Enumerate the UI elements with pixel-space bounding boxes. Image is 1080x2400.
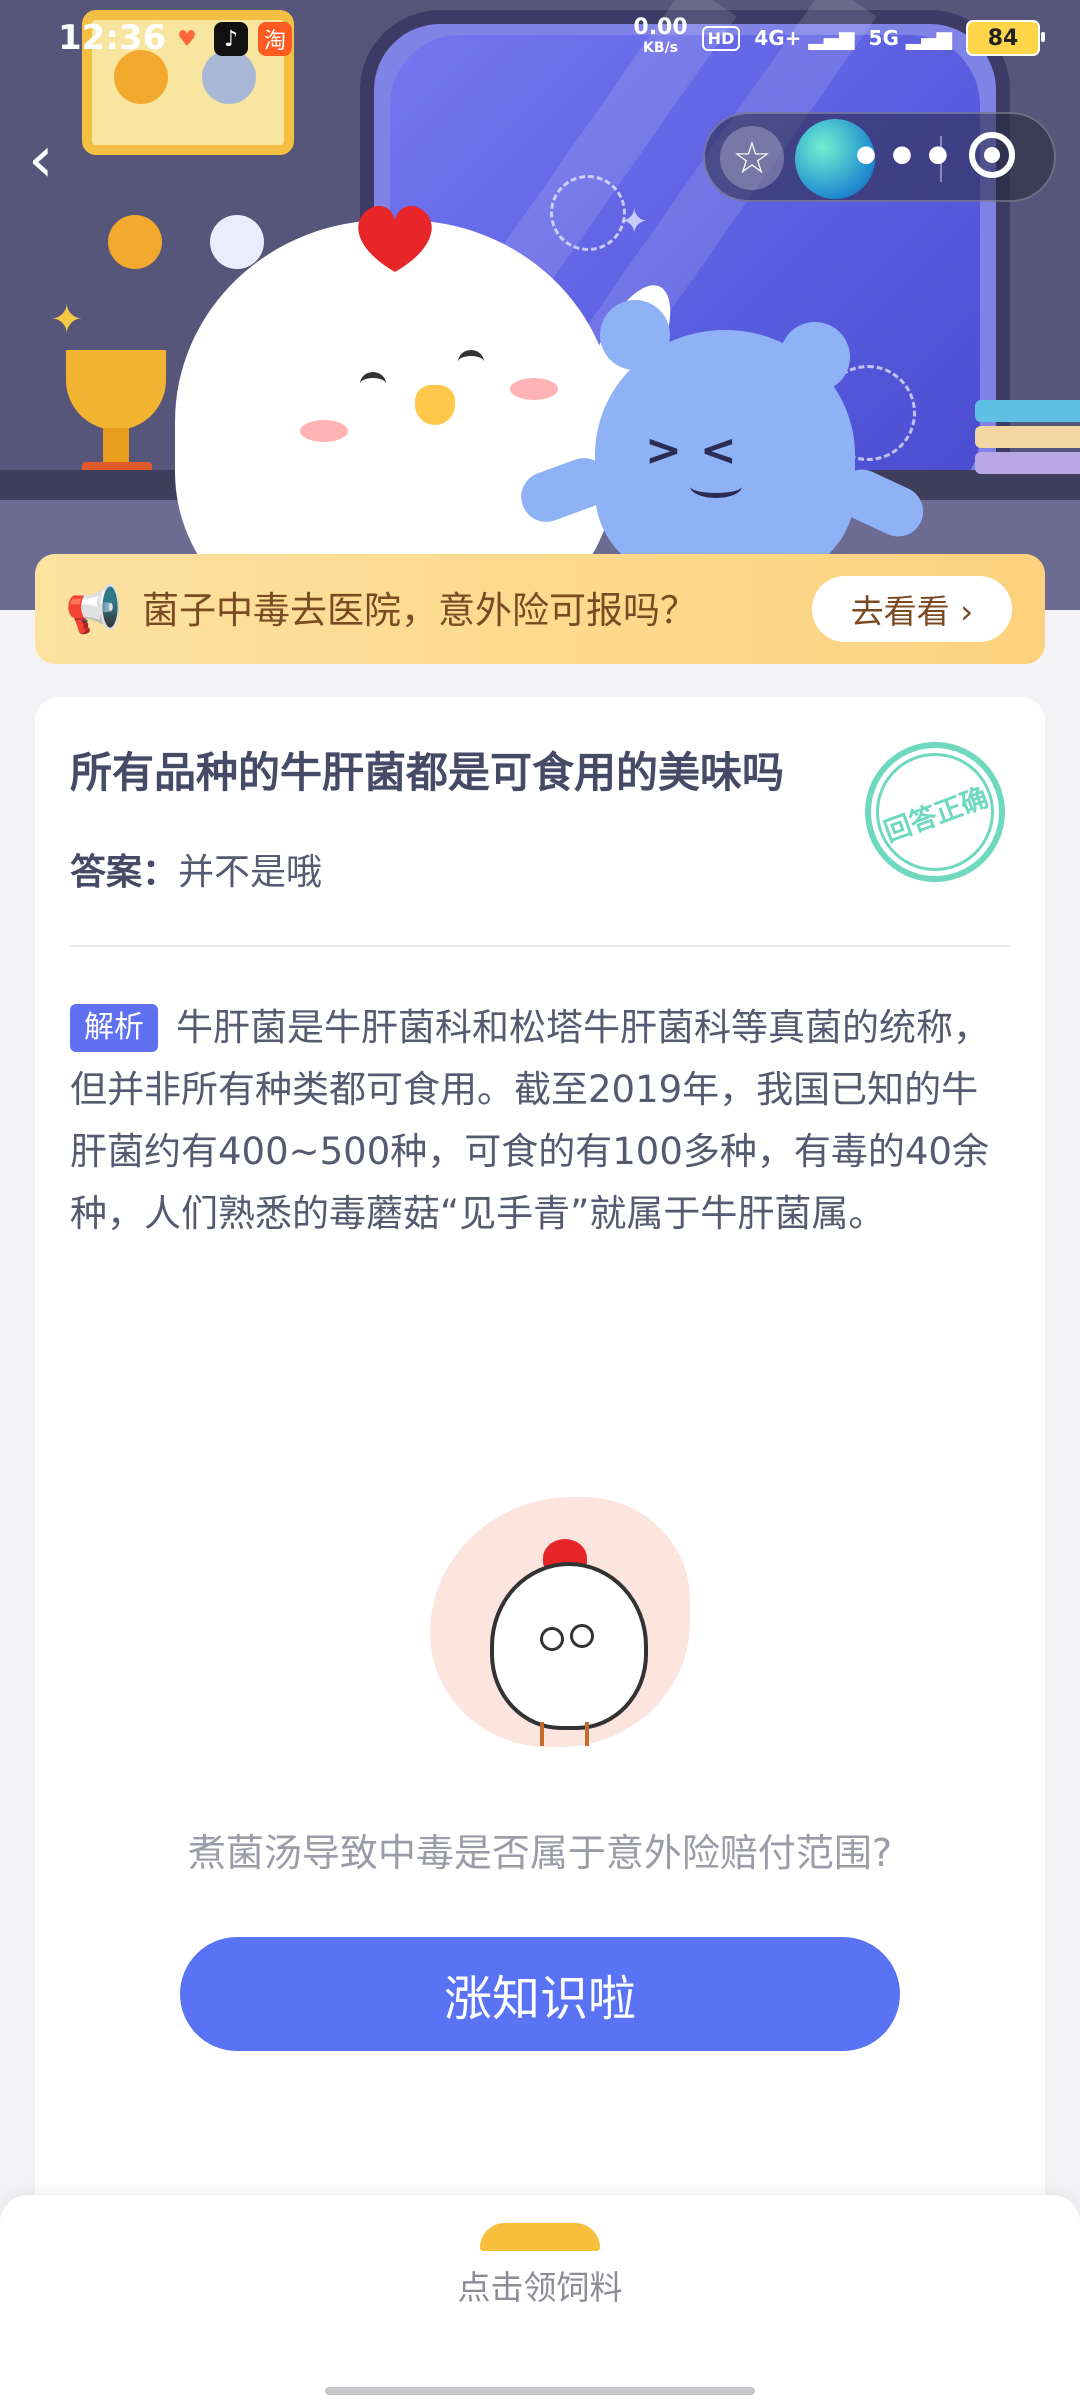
favorite-button[interactable]: ☆	[720, 126, 784, 190]
home-indicator[interactable]	[325, 2387, 755, 2395]
chick-mascot	[175, 220, 615, 610]
status-bar: 12:36 ♥ ♪ 淘 0.00 KB/s HD 4G+ ▂▄▆ 5G ▂▄▆ …	[0, 0, 1080, 80]
answer-label: 答案：	[70, 852, 179, 893]
tiktok-icon: ♪	[214, 22, 248, 56]
question-title: 所有品种的牛肝菌都是可食用的美味吗	[70, 748, 785, 797]
answer-card: 所有品种的牛肝菌都是可食用的美味吗 回答正确 答案：并不是哦 解析 牛肝菌是牛肝菌…	[35, 697, 1045, 2217]
analysis-paragraph: 解析 牛肝菌是牛肝菌科和松塔牛肝菌科等真菌的统称，但并非所有种类都可食用。截至20…	[70, 997, 1015, 1245]
close-miniprogram-button[interactable]	[969, 132, 1015, 178]
insurance-banner[interactable]: 📢 菌子中毒去医院，意外险可报吗？ 去看看 ›	[35, 554, 1045, 664]
medal-icon	[210, 215, 264, 269]
books-illustration	[975, 400, 1080, 478]
sparkle-icon: ✦	[50, 297, 84, 343]
taobao-icon: 淘	[258, 22, 292, 56]
hd-icon: HD	[701, 25, 741, 51]
medal-icon	[108, 215, 162, 269]
confused-chick-illustration	[390, 1477, 730, 1777]
status-time: 12:36	[58, 18, 167, 58]
divider	[70, 945, 1010, 947]
go-see-button[interactable]: 去看看 ›	[812, 576, 1012, 642]
banner-text: 菌子中毒去医院，意外险可报吗？	[142, 589, 697, 632]
network-speed: 0.00 KB/s	[633, 15, 688, 57]
learned-button[interactable]: 涨知识啦	[180, 1937, 900, 2051]
megaphone-icon: 📢	[65, 582, 123, 636]
signal-5g-icon: 5G ▂▄▆	[868, 26, 952, 50]
chick-crest	[358, 205, 432, 272]
analysis-text: 牛肝菌是牛肝菌科和松塔牛肝菌科等真菌的统称，但并非所有种类都可食用。截至2019…	[70, 1006, 990, 1235]
battery-icon: 84	[966, 20, 1045, 56]
bottom-feed-bar[interactable]: 点击领饲料	[0, 2195, 1080, 2400]
answer-line: 答案：并不是哦	[70, 843, 322, 895]
hero-illustration: ✦ ✦ ✦ ><	[0, 0, 1080, 610]
feed-label: 点击领饲料	[457, 2268, 623, 2307]
chevron-left-icon: ‹	[28, 123, 54, 197]
trophy-icon	[66, 350, 166, 430]
back-button[interactable]: ‹	[28, 120, 88, 200]
feed-bowl-icon	[480, 2223, 600, 2259]
related-question-tip[interactable]: 煮菌汤导致中毒是否属于意外险赔付范围?	[35, 1822, 1045, 1877]
analysis-tag: 解析	[70, 1004, 158, 1052]
answer-value: 并不是哦	[178, 852, 323, 893]
signal-4g-icon: 4G+ ▂▄▆	[754, 26, 855, 50]
correct-stamp: 回答正确	[845, 722, 1025, 902]
mini-program-capsule: ☆ •••	[703, 112, 1056, 202]
star-icon: ☆	[732, 132, 772, 184]
heart-notification-icon: ♥	[177, 26, 197, 52]
